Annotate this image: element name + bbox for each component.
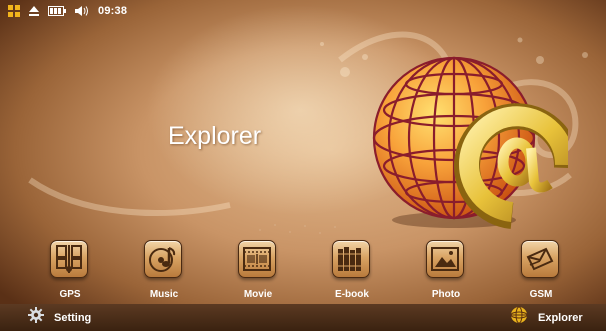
explorer-current-button[interactable]: Explorer	[510, 304, 583, 331]
globe-icon	[510, 306, 528, 329]
app-label: E-book	[335, 289, 369, 300]
app-label: Photo	[431, 289, 461, 300]
grid-icon[interactable]	[8, 5, 20, 17]
setting-button[interactable]: Setting	[28, 304, 91, 331]
battery-icon	[48, 6, 66, 16]
eject-icon	[29, 5, 39, 17]
volume-icon[interactable]	[75, 5, 89, 17]
setting-label: Setting	[54, 311, 92, 324]
status-bar: 09:38	[0, 0, 606, 22]
app-label: Movie	[243, 289, 273, 300]
gsm-icon[interactable]	[521, 240, 559, 278]
gps-icon[interactable]	[50, 240, 88, 278]
explorer-globe-icon[interactable]	[362, 40, 568, 240]
photo-icon[interactable]	[426, 240, 464, 278]
app-photo[interactable]: Photo	[416, 240, 476, 304]
app-label: Music	[149, 289, 179, 300]
app-label: GPS	[59, 289, 81, 300]
app-movie[interactable]: Movie	[228, 240, 288, 304]
ebook-icon[interactable]	[332, 240, 370, 278]
music-icon[interactable]	[144, 240, 182, 278]
current-app-label: Explorer	[538, 311, 583, 324]
app-ebook[interactable]: E-book	[322, 240, 382, 304]
home-screen: 09:38 Explorer GPS Music Movie E-book Ph…	[0, 0, 606, 331]
bottom-bar: Setting Explorer	[0, 304, 606, 331]
hero-title: Explorer	[168, 122, 262, 150]
app-gsm[interactable]: GSM	[511, 240, 571, 304]
clock-time: 09:38	[98, 5, 128, 17]
app-label: GSM	[529, 289, 553, 300]
movie-icon[interactable]	[238, 240, 276, 278]
app-dock: GPS Music Movie E-book Photo GSM	[0, 234, 606, 304]
gear-icon	[28, 307, 44, 328]
app-gps[interactable]: GPS	[40, 240, 100, 304]
app-music[interactable]: Music	[134, 240, 194, 304]
